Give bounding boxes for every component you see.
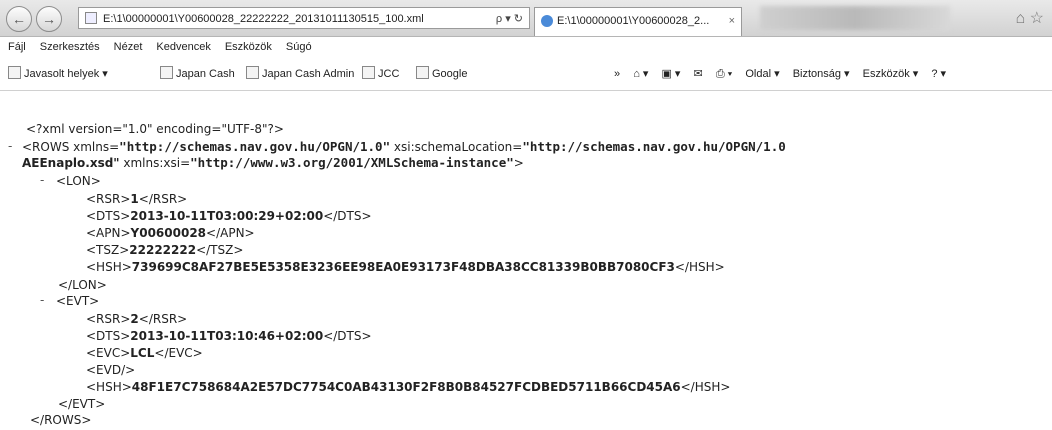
favorites-japan-cash[interactable]: Japan Cash — [160, 58, 235, 90]
evt-hsh: <HSH>48F1E7C758684A2E57DC7754C0AB43130F2… — [86, 380, 731, 394]
lon-apn: <APN>Y00600028</APN> — [86, 226, 255, 240]
lon-dts: <DTS>2013-10-11T03:00:29+02:00</DTS> — [86, 209, 372, 223]
mail-icon[interactable]: ✉ — [694, 68, 703, 80]
menu-favorites[interactable]: Kedvencek — [156, 41, 210, 53]
rows-open-tag-cont: AEEnaplo.xsd" xmlns:xsi="http://www.w3.o… — [22, 155, 524, 170]
page-menu[interactable]: Oldal ▾ — [745, 68, 779, 80]
favorites-jcc[interactable]: JCC — [362, 58, 399, 90]
command-bar: » ⌂ ▾ ▣ ▾ ✉ ⎙ ▾ Oldal ▾ Biztonság ▾ Eszk… — [614, 58, 956, 90]
forward-button[interactable]: → — [36, 6, 62, 32]
collapse-lon-toggle[interactable]: - — [40, 173, 44, 187]
fav-label: Japan Cash — [176, 68, 235, 80]
print-icon[interactable]: ⎙ ▾ — [716, 68, 732, 80]
favorites-bar: Javasolt helyek ▾ Japan Cash Japan Cash … — [0, 58, 1052, 91]
evt-open-tag: <EVT> — [56, 294, 100, 308]
blurred-area — [760, 6, 950, 30]
xml-declaration: <?xml version="1.0" encoding="UTF-8"?> — [26, 122, 284, 136]
feeds-icon[interactable]: ▣ ▾ — [661, 68, 680, 80]
tab-close-icon[interactable]: × — [729, 8, 735, 34]
favorites-google[interactable]: Google — [416, 58, 467, 90]
browser-titlebar: ← → E:\1\00000001\Y00600028_22222222_201… — [0, 0, 1052, 37]
fav-label: Google — [432, 68, 468, 80]
menu-file[interactable]: Fájl — [8, 41, 26, 53]
grid-icon — [362, 66, 375, 79]
page-icon — [85, 12, 97, 24]
link-icon — [160, 66, 173, 79]
evt-evd: <EVD/> — [86, 363, 136, 377]
menu-view[interactable]: Nézet — [114, 41, 143, 53]
fav-label: Javasolt helyek ▾ — [24, 68, 108, 80]
evt-dts: <DTS>2013-10-11T03:10:46+02:00</DTS> — [86, 329, 372, 343]
address-tools-icons[interactable]: ρ ▾ ↻ — [496, 8, 523, 30]
favorites-japan-cash-admin[interactable]: Japan Cash Admin — [246, 58, 354, 90]
lon-close-tag: </LON> — [58, 278, 107, 292]
collapse-rows-toggle[interactable]: - — [8, 139, 12, 153]
home-icon[interactable]: ⌂ ▾ — [633, 68, 648, 80]
fav-label: JCC — [378, 68, 400, 80]
lon-tsz: <TSZ>22222222</TSZ> — [86, 243, 244, 257]
help-icon[interactable]: ? ▾ — [931, 68, 946, 80]
lon-open-tag: <LON> — [56, 174, 101, 188]
xml-viewer: <?xml version="1.0" encoding="UTF-8"?> -… — [0, 91, 1052, 430]
back-button[interactable]: ← — [6, 6, 32, 32]
tab-xml-file[interactable]: E:\1\00000001\Y00600028_2... × — [534, 7, 742, 36]
rows-open-tag: <ROWS xmlns="http://schemas.nav.gov.hu/O… — [22, 139, 786, 154]
collapse-evt-toggle[interactable]: - — [40, 293, 44, 307]
evt-close-tag: </EVT> — [58, 397, 106, 411]
home-favorites-icons[interactable]: ⌂ ☆ — [1016, 8, 1044, 28]
tools-menu[interactable]: Eszközök ▾ — [863, 68, 919, 80]
menu-tools[interactable]: Eszközök — [225, 41, 272, 53]
evt-evc: <EVC>LCL</EVC> — [86, 346, 203, 360]
overflow-icon[interactable]: » — [614, 68, 620, 80]
safety-menu[interactable]: Biztonság ▾ — [793, 68, 850, 80]
google-icon — [416, 66, 429, 79]
fav-label: Japan Cash Admin — [262, 68, 355, 80]
link-icon — [246, 66, 259, 79]
suggested-sites-icon — [8, 66, 21, 79]
ie-icon — [541, 15, 553, 27]
lon-hsh: <HSH>739699C8AF27BE5E5358E3236EE98EA0E93… — [86, 260, 725, 274]
favorites-suggested-sites[interactable]: Javasolt helyek ▾ — [8, 58, 108, 90]
menu-help[interactable]: Súgó — [286, 41, 312, 53]
menu-bar: Fájl Szerkesztés Nézet Kedvencek Eszközök Súg… — [0, 37, 1052, 58]
menu-edit[interactable]: Szerkesztés — [40, 41, 100, 53]
rows-close-tag: </ROWS> — [30, 413, 92, 427]
lon-rsr: <RSR>1</RSR> — [86, 192, 188, 206]
evt-rsr: <RSR>2</RSR> — [86, 312, 188, 326]
tab-label: E:\1\00000001\Y00600028_2... — [557, 15, 710, 27]
address-bar[interactable]: E:\1\00000001\Y00600028_22222222_2013101… — [78, 7, 530, 29]
address-text: E:\1\00000001\Y00600028_22222222_2013101… — [103, 13, 424, 25]
